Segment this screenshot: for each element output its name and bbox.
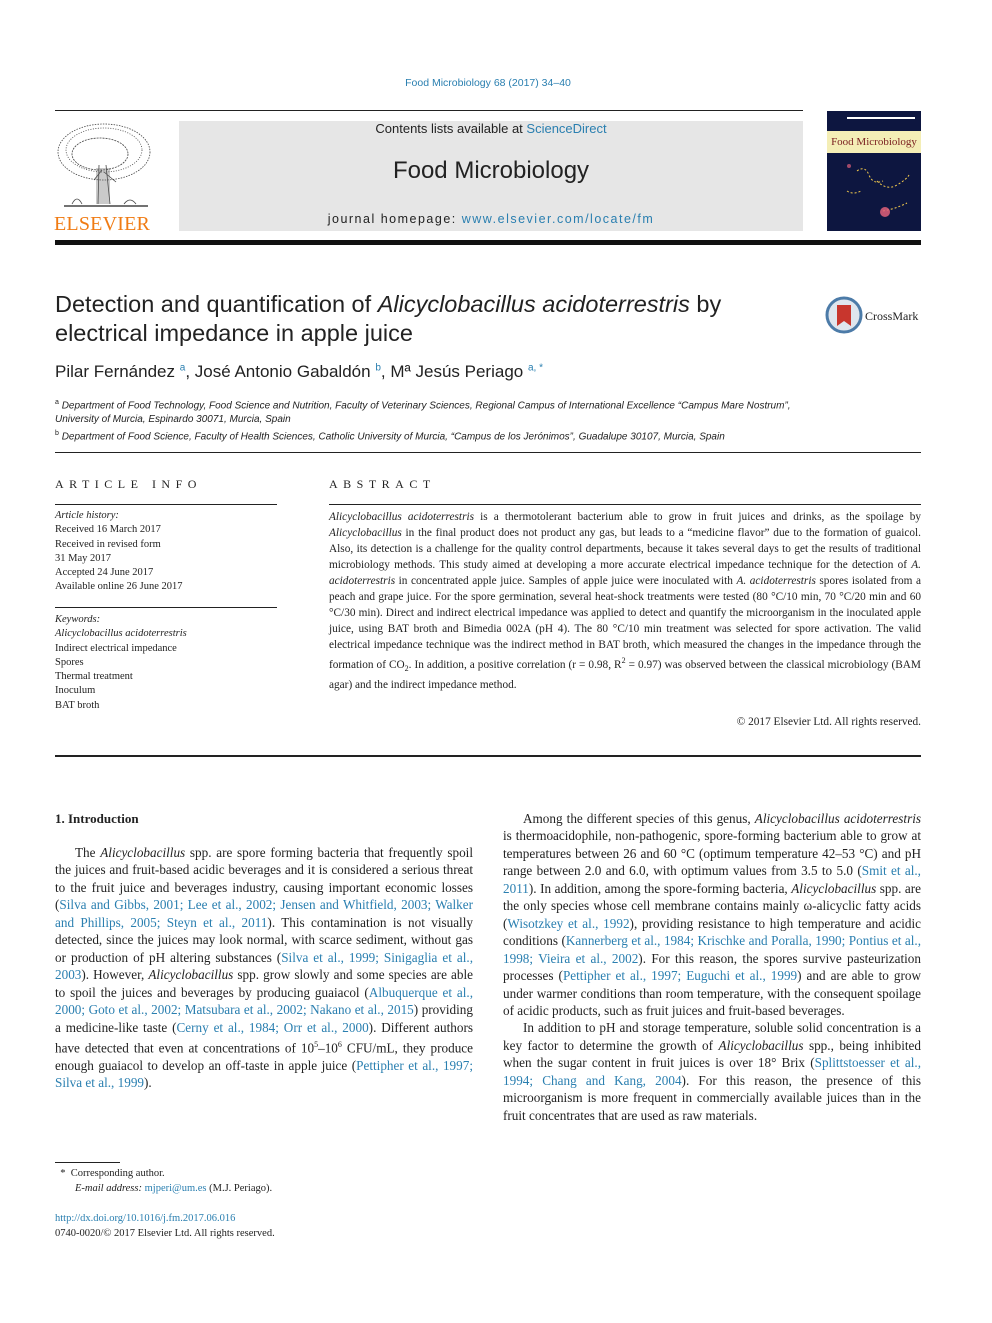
sciencedirect-link[interactable]: ScienceDirect [526,121,606,136]
text-run: Among the different species of this genu… [523,811,755,826]
homepage-label: journal homepage: [327,212,462,226]
body-paragraph: The Alicyclobacillus spp. are spore form… [55,844,473,1092]
author-name[interactable]: Mª Jesús Periago [390,362,523,381]
abstract-divider [329,504,921,505]
corresponding-author-footnote: * Corresponding author. E-mail address: … [55,1166,272,1196]
italic-term: Alicyclobacillus [718,1037,804,1053]
italic-term: Alicyclobacillus acidoterrestris [329,511,474,523]
citation-link[interactable]: Pettipher et al., 1997; Euguchi et al., … [563,968,797,983]
footnote-divider [55,1162,120,1163]
issn-copyright-line: 0740-0020/© 2017 Elsevier Ltd. All right… [55,1228,275,1239]
body-column-left: The Alicyclobacillus spp. are spore form… [55,844,473,1092]
keyword-item: Spores [55,656,84,668]
history-item: Received in revised form [55,538,161,550]
section-heading-introduction: 1. Introduction [55,811,139,826]
journal-homepage-link[interactable]: www.elsevier.com/locate/fm [462,212,655,226]
keyword-item: Inoculum [55,685,96,697]
doi-link[interactable]: http://dx.doi.org/10.1016/j.fm.2017.06.0… [55,1213,235,1224]
keyword-item: Alicyclobacillus acidoterrestris [55,628,187,640]
body-paragraph: In addition to pH and storage temperatur… [503,1019,921,1124]
email-label: E-mail address: [75,1183,142,1194]
history-item: 31 May 2017 [55,552,111,564]
front-matter-divider [55,755,921,757]
italic-term: Alicyclobacillus acidoterrestris [754,811,921,826]
journal-reference-link[interactable]: Food Microbiology 68 (2017) 34–40 [0,77,976,89]
italic-term: Alicyclobacillus [791,880,877,896]
email-link[interactable]: mjperi@um.es [145,1183,207,1194]
abstract-text: Alicyclobacillus acidoterrestris is a th… [329,509,921,693]
affiliation-divider [55,452,921,453]
affiliation-item: b Department of Food Science, Faculty of… [55,427,815,444]
text-run: ). However, [81,967,149,983]
author-name[interactable]: Pilar Fernández [55,362,175,381]
author-affiliation-mark[interactable]: a, * [528,362,543,373]
elsevier-logo[interactable]: ELSEVIER [54,120,156,236]
body-paragraph: Among the different species of this genu… [503,810,921,1019]
keyword-item: Thermal treatment [55,671,133,683]
abstract-copyright: © 2017 Elsevier Ltd. All rights reserved… [736,716,921,728]
footnote-mark: * [60,1168,66,1179]
header-top-rule [55,110,803,111]
keyword-item: BAT broth [55,699,100,711]
email-owner: (M.J. Periago). [209,1183,273,1194]
history-item: Available online 26 June 2017 [55,581,183,593]
text-run: in the final product does not product an… [329,527,921,571]
italic-term: Alicyclobacillus [148,967,234,983]
contents-prefix: Contents lists available at [375,121,527,136]
citation-link[interactable]: Wisotzkey et al., 1992 [507,916,629,931]
text-run: is thermoacidophile, non-pathogenic, spo… [503,828,921,879]
text-run: is a thermotolerant bacterium able to gr… [474,511,921,523]
history-item: Accepted 24 June 2017 [55,567,154,579]
text-run: in concentrated apple juice. Samples of … [395,575,737,587]
italic-term: Alicyclobacillus [100,845,186,860]
history-label: Article history: [55,510,119,521]
citation-link[interactable]: Cerny et al., 1984; Orr et al., 2000 [176,1020,368,1035]
affiliations: a Department of Food Technology, Food Sc… [55,396,815,445]
title-text-1: Detection and quantification of [55,291,378,317]
author-affiliation-mark[interactable]: b [375,362,381,373]
title-species-name: Alicyclobacillus acidoterrestris [377,291,690,317]
italic-term: Alicyclobacillus [329,527,402,539]
footnote-text: Corresponding author. [70,1168,165,1179]
affiliation-text: Department of Food Science, Faculty of H… [61,431,725,443]
crossmark-icon [825,296,863,334]
keyword-item: Indirect electrical impedance [55,642,177,654]
crossmark-badge[interactable]: CrossMark [825,296,925,336]
text-run: –10 [318,1040,338,1056]
author-name[interactable]: José Antonio Gabaldón [195,362,371,381]
affiliation-item: a Department of Food Technology, Food Sc… [55,396,815,427]
body-column-right: Among the different species of this genu… [503,810,921,1124]
affiliation-mark: a [55,399,59,406]
abstract-heading: ABSTRACT [329,477,436,491]
article-info-heading: ARTICLE INFO [55,477,202,491]
affiliation-mark: b [55,430,59,438]
italic-term: A. acidoterrestris [736,575,816,587]
article-title: Detection and quantification of Alicyclo… [55,290,795,348]
keywords-divider [55,607,277,608]
author-affiliation-mark[interactable]: a [180,362,186,373]
keywords: Keywords: Alicyclobacillus acidoterrestr… [55,613,187,713]
contents-availability-line: Contents lists available at ScienceDirec… [179,121,803,136]
doi-block: http://dx.doi.org/10.1016/j.fm.2017.06.0… [55,1211,275,1241]
history-item: Received 16 March 2017 [55,524,161,536]
text-run: ). [144,1075,152,1091]
elsevier-tree-icon [57,123,151,207]
article-info-divider [55,504,277,505]
text-run: . In addition, a positive correlation (r… [408,658,622,671]
crossmark-label: CrossMark [865,309,919,323]
affiliation-text: Department of Food Technology, Food Scie… [55,400,791,426]
journal-header-banner: Contents lists available at ScienceDirec… [179,121,803,231]
journal-homepage-line: journal homepage: www.elsevier.com/locat… [179,212,803,226]
journal-cover-thumbnail[interactable]: Food Microbiology [827,111,921,231]
cover-micrograph-icon [846,164,910,217]
text-run: ). In addition, among the spore-forming … [528,880,792,896]
keywords-label: Keywords: [55,614,101,625]
elsevier-wordmark: ELSEVIER [54,213,151,235]
author-list: Pilar Fernández a, José Antonio Gabaldón… [55,362,543,381]
journal-name: Food Microbiology [392,157,590,184]
article-history: Article history: Received 16 March 2017 … [55,509,183,595]
text-run: The [75,845,101,860]
header-bottom-rule [55,240,921,245]
